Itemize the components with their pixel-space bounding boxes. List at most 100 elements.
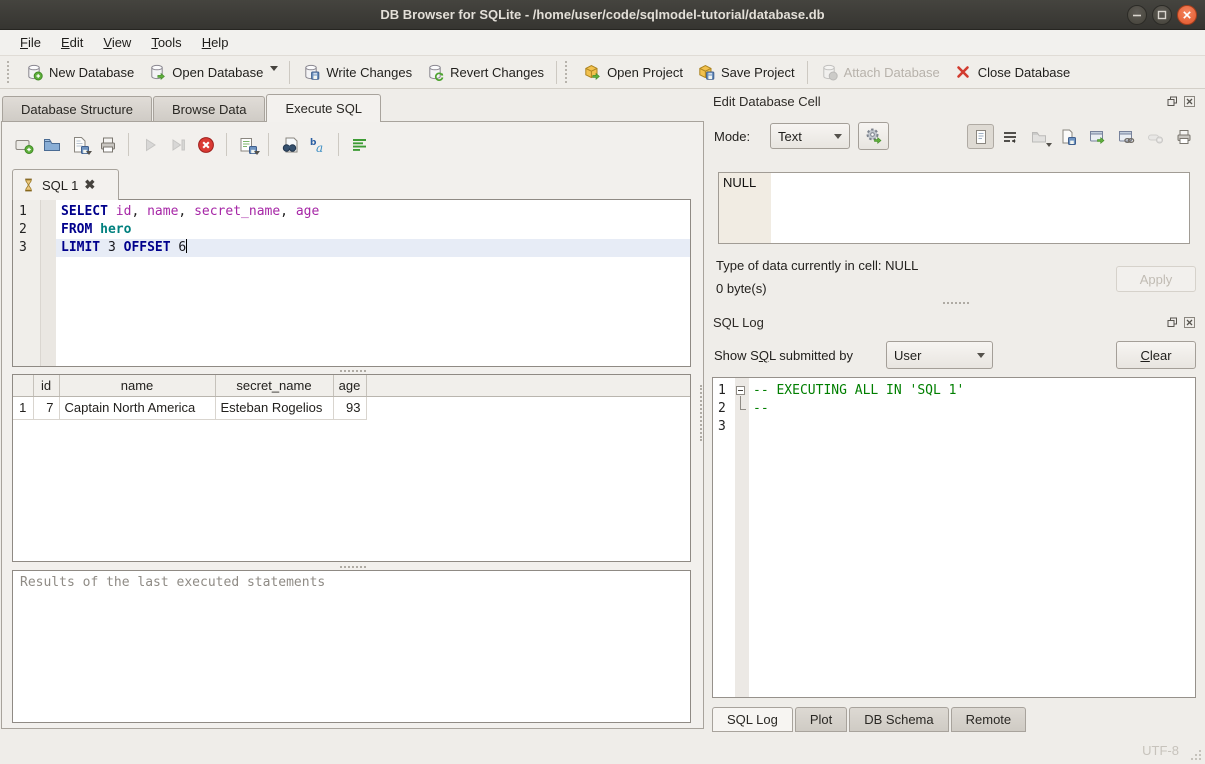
table-cell[interactable]: 93	[333, 396, 366, 419]
print-button[interactable]	[95, 132, 120, 157]
table-cell[interactable]: Esteban Rogelios	[215, 396, 333, 419]
table-cell[interactable]: 7	[33, 396, 59, 419]
menu-view[interactable]: View	[93, 32, 141, 53]
close-database-button[interactable]: Close Database	[947, 60, 1078, 84]
splitter-cell-log[interactable]	[706, 299, 1205, 306]
title-bar[interactable]: DB Browser for SQLite - /home/user/code/…	[0, 0, 1205, 30]
link-data-button[interactable]	[1112, 124, 1139, 149]
save-sql-dropdown-arrow[interactable]	[86, 151, 92, 155]
tab-browse-data[interactable]: Browse Data	[153, 96, 265, 122]
close-button[interactable]	[1177, 5, 1197, 25]
find-replace-button[interactable]	[277, 132, 302, 157]
tab-database-structure[interactable]: Database Structure	[2, 96, 152, 122]
sql-log-line: -- EXECUTING ALL IN 'SQL 1'	[749, 382, 1195, 400]
mode-select[interactable]: Text	[770, 123, 850, 149]
format-sql-button[interactable]	[347, 132, 372, 157]
open-database-dropdown-arrow[interactable]	[270, 66, 278, 71]
export-data-button[interactable]	[1054, 124, 1081, 149]
write-changes-button[interactable]: Write Changes	[295, 60, 419, 84]
toolbar-separator	[556, 61, 557, 84]
main-tab-bar: Database Structure Browse Data Execute S…	[2, 94, 382, 122]
menu-edit[interactable]: Edit	[51, 32, 93, 53]
print-icon	[98, 135, 118, 155]
app-window: DB Browser for SQLite - /home/user/code/…	[0, 0, 1205, 764]
close-panel-button[interactable]	[1183, 95, 1196, 108]
save-project-icon	[697, 63, 715, 81]
minimize-button[interactable]	[1127, 5, 1147, 25]
set-null-button	[1141, 124, 1168, 149]
print-cell-button[interactable]	[1170, 124, 1197, 149]
close-sql-tab-icon[interactable]: ✖	[84, 177, 95, 193]
save-project-button[interactable]: Save Project	[690, 60, 802, 84]
sql-editor-line[interactable]: LIMIT 3 OFFSET 6	[56, 239, 690, 257]
toolbar-handle[interactable]	[7, 61, 12, 83]
menu-tools[interactable]: Tools	[141, 32, 191, 53]
float-panel-button[interactable]	[1166, 316, 1179, 329]
table-cell-filler	[366, 396, 690, 419]
tab-db-schema[interactable]: DB Schema	[849, 707, 948, 732]
new-database-button[interactable]: New Database	[18, 60, 141, 84]
sql-1-tab[interactable]: SQL 1 ✖	[12, 169, 119, 200]
svg-text:a: a	[316, 141, 323, 155]
save-sql-file-button[interactable]	[67, 132, 92, 157]
cell-value-editor[interactable]: NULL	[718, 172, 1190, 244]
execute-current-line-button	[165, 132, 190, 157]
column-header[interactable]: age	[333, 375, 366, 396]
sql-editor[interactable]: 123 SELECT id, name, secret_name, ageFRO…	[12, 199, 691, 367]
fold-marker[interactable]	[735, 382, 749, 400]
tab-plot[interactable]: Plot	[795, 707, 847, 732]
log-filter-label: Show SQL submitted by	[714, 348, 853, 363]
new-sql-tab-button[interactable]	[11, 132, 36, 157]
hourglass-icon	[21, 177, 36, 193]
menu-help[interactable]: Help	[192, 32, 239, 53]
open-project-button[interactable]: Open Project	[576, 60, 690, 84]
log-filter-select[interactable]: User	[886, 341, 993, 369]
encoding-indicator[interactable]: UTF-8	[1142, 743, 1179, 758]
column-header[interactable]: name	[59, 375, 215, 396]
resize-grip[interactable]	[1191, 750, 1202, 761]
import-data-button	[1025, 124, 1052, 149]
table-cell[interactable]: 1	[13, 396, 33, 419]
splitter-table-results[interactable]	[2, 563, 703, 570]
execute-sql-pane: b a SQL 1 ✖ 123 SELECT id, name, secret	[1, 121, 704, 729]
column-header[interactable]: secret_name	[215, 375, 333, 396]
column-header[interactable]	[13, 375, 33, 396]
print-icon	[1175, 128, 1193, 146]
close-panel-button[interactable]	[1183, 316, 1196, 329]
main-splitter[interactable]	[700, 385, 702, 441]
tab-sql-log[interactable]: SQL Log	[712, 707, 793, 732]
edit-cell-dock-buttons	[1166, 95, 1196, 108]
splitter-editor-table[interactable]	[2, 367, 703, 374]
sql-log-view[interactable]: 123 -- EXECUTING ALL IN 'SQL 1'--	[712, 377, 1196, 698]
sql-editor-line[interactable]: FROM hero	[56, 221, 690, 239]
sql-editor-line[interactable]: SELECT id, name, secret_name, age	[56, 203, 690, 221]
stop-execution-button[interactable]	[193, 132, 218, 157]
open-in-external-app-icon	[1088, 128, 1106, 146]
tab-remote[interactable]: Remote	[951, 707, 1027, 732]
set-as-null-icon	[1146, 128, 1164, 146]
open-sql-file-button[interactable]	[39, 132, 64, 157]
text-mode-button[interactable]	[967, 124, 994, 149]
import-data-icon	[1030, 128, 1048, 146]
export-results-dropdown-arrow[interactable]	[254, 151, 260, 155]
autocomplete-button[interactable]: b a	[305, 132, 330, 157]
minimize-icon	[1128, 6, 1146, 24]
maximize-button[interactable]	[1152, 5, 1172, 25]
clear-log-button[interactable]: Clear	[1116, 341, 1196, 369]
open-database-button[interactable]: Open Database	[141, 60, 270, 84]
line-number: 3	[718, 418, 735, 436]
cell-editor-toolbar	[967, 124, 1197, 149]
column-header[interactable]: id	[33, 375, 59, 396]
revert-changes-button[interactable]: Revert Changes	[419, 60, 551, 84]
toolbar-handle[interactable]	[565, 61, 570, 83]
word-wrap-button[interactable]	[996, 124, 1023, 149]
open-in-external-button[interactable]	[1083, 124, 1110, 149]
cell-config-button[interactable]	[858, 122, 889, 150]
sql-editor-text[interactable]: SELECT id, name, secret_name, ageFROM he…	[56, 200, 690, 366]
export-results-button[interactable]	[235, 132, 260, 157]
export-data-icon	[1059, 128, 1077, 146]
float-panel-button[interactable]	[1166, 95, 1179, 108]
tab-execute-sql[interactable]: Execute SQL	[266, 94, 381, 122]
menu-file[interactable]: File	[10, 32, 51, 53]
table-cell[interactable]: Captain North America	[59, 396, 215, 419]
